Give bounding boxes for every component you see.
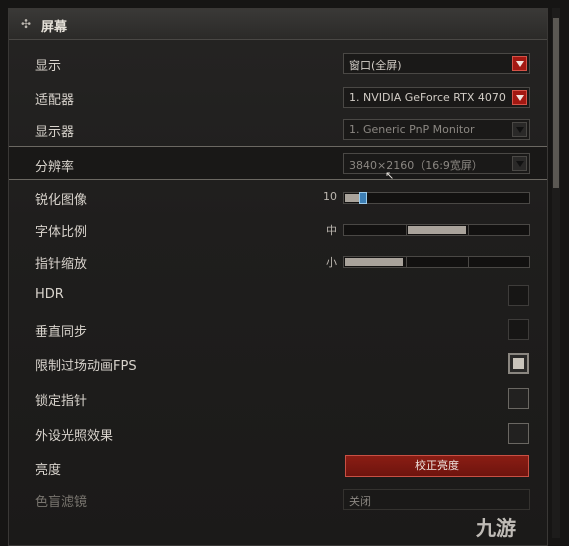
- vsync-checkbox[interactable]: [508, 319, 529, 340]
- row-monitor: 显示器 1. Generic PnP Monitor: [9, 113, 547, 145]
- label-peripheral-light: 外设光照效果: [35, 429, 114, 444]
- label-monitor: 显示器: [35, 125, 75, 140]
- row-display-mode: 显示 窗口(全屏): [9, 47, 547, 79]
- slider-segment-divider: [468, 257, 469, 267]
- label-display-mode: 显示: [35, 59, 62, 74]
- row-sharpen: 锐化图像 10: [9, 181, 547, 213]
- watermark-logo: 九游: [476, 516, 516, 540]
- chevron-down-icon[interactable]: [512, 122, 527, 137]
- font-scale-value: 中: [326, 224, 337, 237]
- row-hdr: HDR: [9, 279, 547, 311]
- resolution-value: 3840×2160（16:9宽屏）: [349, 159, 483, 172]
- row-lock-cursor: 锁定指针: [9, 382, 547, 414]
- cursor-scale-slider[interactable]: [343, 256, 530, 268]
- adapter-dropdown[interactable]: 1. NVIDIA GeForce RTX 4070 T: [343, 87, 530, 108]
- limit-fps-checkbox[interactable]: [508, 353, 529, 374]
- label-resolution: 分辨率: [35, 160, 75, 175]
- adapter-value: 1. NVIDIA GeForce RTX 4070 T: [349, 91, 509, 104]
- label-brightness: 亮度: [35, 463, 62, 478]
- label-limit-fps: 限制过场动画FPS: [35, 359, 137, 374]
- screen-settings-panel: ✣ 屏幕 显示 窗口(全屏) 适配器 1. NVIDIA GeForce RTX…: [8, 8, 548, 546]
- row-colorblind: 色盲滤镜 关闭: [9, 483, 547, 515]
- cursor-scale-value: 小: [326, 256, 337, 269]
- display-mode-dropdown[interactable]: 窗口(全屏): [343, 53, 530, 74]
- row-cursor-scale: 指针缩放 小: [9, 245, 547, 277]
- resolution-dropdown[interactable]: 3840×2160（16:9宽屏）: [343, 153, 530, 174]
- chevron-down-icon[interactable]: [512, 156, 527, 171]
- sharpen-value: 10: [323, 190, 337, 203]
- row-font-scale: 字体比例 中: [9, 213, 547, 245]
- slider-segment-divider: [468, 225, 469, 235]
- row-adapter: 适配器 1. NVIDIA GeForce RTX 4070 T: [9, 81, 547, 113]
- label-sharpen: 锐化图像: [35, 193, 88, 208]
- sharpen-slider-handle[interactable]: [359, 192, 367, 204]
- label-vsync: 垂直同步: [35, 325, 88, 340]
- display-mode-value: 窗口(全屏): [349, 59, 402, 72]
- colorblind-value: 关闭: [349, 495, 371, 508]
- chevron-down-icon[interactable]: [512, 90, 527, 105]
- chevron-down-icon[interactable]: [512, 56, 527, 71]
- row-vsync: 垂直同步: [9, 313, 547, 345]
- sharpen-slider-fill: [345, 194, 359, 202]
- monitor-dropdown[interactable]: 1. Generic PnP Monitor: [343, 119, 530, 140]
- label-hdr: HDR: [35, 287, 64, 302]
- font-scale-slider-fill[interactable]: [408, 226, 466, 234]
- monitor-value: 1. Generic PnP Monitor: [349, 123, 475, 136]
- row-brightness: 亮度 校正亮度: [9, 451, 547, 483]
- label-adapter: 适配器: [35, 93, 75, 108]
- label-colorblind: 色盲滤镜: [35, 495, 88, 510]
- peripheral-light-checkbox[interactable]: [508, 423, 529, 444]
- slider-segment-divider: [406, 225, 407, 235]
- sharpen-slider[interactable]: [343, 192, 530, 204]
- cursor-scale-slider-fill[interactable]: [345, 258, 403, 266]
- section-header-screen[interactable]: ✣ 屏幕: [9, 9, 547, 40]
- label-font-scale: 字体比例: [35, 225, 88, 240]
- scrollbar-thumb[interactable]: [553, 18, 559, 188]
- label-cursor-scale: 指针缩放: [35, 257, 88, 272]
- lock-cursor-checkbox[interactable]: [508, 388, 529, 409]
- crosshair-icon: ✣: [21, 17, 32, 31]
- font-scale-slider[interactable]: [343, 224, 530, 236]
- row-peripheral-light: 外设光照效果: [9, 417, 547, 449]
- scrollbar[interactable]: [552, 8, 560, 538]
- label-lock-cursor: 锁定指针: [35, 394, 88, 409]
- row-limit-fps: 限制过场动画FPS: [9, 347, 547, 379]
- row-resolution: 分辨率 3840×2160（16:9宽屏）: [9, 146, 547, 180]
- section-title: 屏幕: [41, 20, 68, 35]
- calibrate-brightness-button[interactable]: 校正亮度: [345, 455, 529, 477]
- slider-segment-divider: [406, 257, 407, 267]
- hdr-checkbox[interactable]: [508, 285, 529, 306]
- colorblind-dropdown[interactable]: 关闭: [343, 489, 530, 510]
